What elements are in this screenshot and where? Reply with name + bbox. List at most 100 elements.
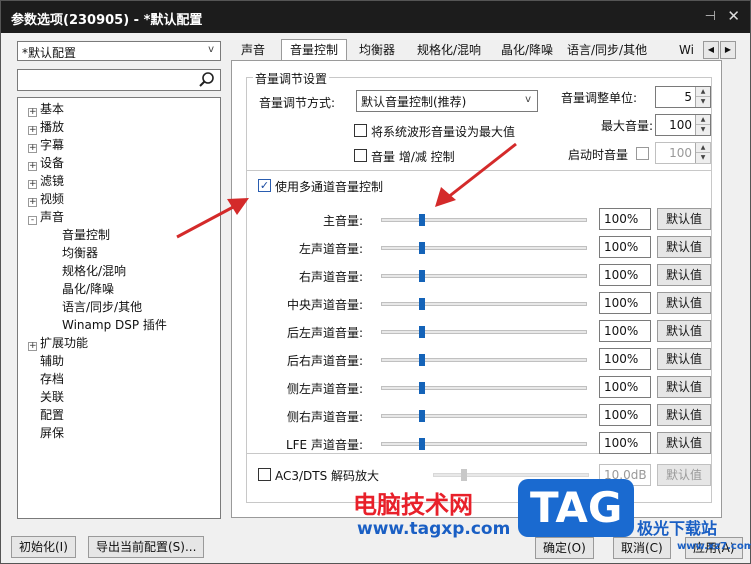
ac3-slider-thumb[interactable] bbox=[461, 469, 468, 481]
expand-icon[interactable]: + bbox=[28, 144, 37, 153]
channel-slider-track[interactable] bbox=[381, 386, 587, 390]
tab-2[interactable]: 均衡器 bbox=[351, 41, 403, 61]
channel-slider-thumb[interactable] bbox=[419, 270, 426, 282]
expand-icon[interactable]: + bbox=[28, 342, 37, 351]
channel-slider-track[interactable] bbox=[381, 218, 587, 222]
channel-slider-thumb[interactable] bbox=[419, 354, 426, 366]
channel-value-box[interactable]: 100% bbox=[599, 292, 651, 314]
preset-select[interactable]: *默认配置 v bbox=[17, 41, 221, 61]
settings-tree[interactable]: + 基本 + 播放 + 字幕 + 设备 + 滤镜 + 视频 - 声音 音量控制 均衡器 规格化/混响 晶化/降噪语… bbox=[17, 97, 221, 519]
channel-slider-track[interactable] bbox=[381, 414, 587, 418]
channel-default-button[interactable]: 默认值 bbox=[657, 376, 711, 398]
channel-default-button[interactable]: 默认值 bbox=[657, 432, 711, 454]
expand-icon[interactable]: + bbox=[28, 162, 37, 171]
tree-item[interactable]: + 播放 bbox=[18, 118, 220, 136]
volume-mode-select[interactable]: 默认音量控制(推荐) v bbox=[356, 90, 538, 112]
startup-volume-checkbox[interactable] bbox=[636, 147, 649, 160]
ac3-dts-checkbox[interactable] bbox=[258, 468, 271, 481]
tree-item[interactable]: 辅助 bbox=[18, 352, 220, 370]
channel-default-button[interactable]: 默认值 bbox=[657, 348, 711, 370]
channel-default-button[interactable]: 默认值 bbox=[657, 264, 711, 286]
startup-volume-spinner[interactable]: 100 ▲ ▼ bbox=[655, 142, 711, 164]
channel-value-box[interactable]: 100% bbox=[599, 432, 651, 454]
multichannel-checkbox[interactable]: ✓ bbox=[258, 179, 271, 192]
channel-slider-track[interactable] bbox=[381, 246, 587, 250]
channel-default-button[interactable]: 默认值 bbox=[657, 320, 711, 342]
channel-slider-thumb[interactable] bbox=[419, 410, 426, 422]
cancel-button[interactable]: 取消(C) bbox=[613, 537, 671, 559]
tree-item[interactable]: + 滤镜 bbox=[18, 172, 220, 190]
tab-3[interactable]: 规格化/混响 bbox=[409, 41, 489, 61]
spin-down-icon[interactable]: ▼ bbox=[696, 125, 710, 135]
channel-slider-thumb[interactable] bbox=[419, 326, 426, 338]
spin-down-icon[interactable]: ▼ bbox=[696, 97, 710, 107]
tree-item[interactable]: + 扩展功能 bbox=[18, 334, 220, 352]
tab-6[interactable]: Wi bbox=[671, 41, 702, 61]
channel-value-box[interactable]: 100% bbox=[599, 236, 651, 258]
tree-item[interactable]: 屏保 bbox=[18, 424, 220, 442]
channel-slider-track[interactable] bbox=[381, 358, 587, 362]
channel-value-box[interactable]: 100% bbox=[599, 348, 651, 370]
tree-item[interactable]: 关联 bbox=[18, 388, 220, 406]
export-config-button[interactable]: 导出当前配置(S)... bbox=[88, 536, 205, 558]
ok-button[interactable]: 确定(O) bbox=[535, 537, 594, 559]
channel-default-button[interactable]: 默认值 bbox=[657, 208, 711, 230]
tab-4[interactable]: 晶化/降噪 bbox=[493, 41, 561, 61]
channel-slider-thumb[interactable] bbox=[419, 382, 426, 394]
tree-item[interactable]: Winamp DSP 插件 bbox=[18, 316, 220, 334]
tree-item[interactable]: + 视频 bbox=[18, 190, 220, 208]
tab-scroll-right-icon[interactable]: ▶ bbox=[720, 41, 736, 59]
tree-item[interactable]: + 字幕 bbox=[18, 136, 220, 154]
inc-dec-checkbox[interactable] bbox=[354, 149, 367, 162]
tab-1[interactable]: 音量控制 bbox=[281, 39, 348, 61]
tree-item[interactable]: 均衡器 bbox=[18, 244, 220, 262]
collapse-icon[interactable]: - bbox=[28, 216, 37, 225]
search-icon[interactable] bbox=[198, 71, 216, 89]
channel-slider-thumb[interactable] bbox=[419, 242, 426, 254]
tab-0[interactable]: 声音 bbox=[233, 41, 273, 61]
tree-item[interactable]: 存档 bbox=[18, 370, 220, 388]
waveform-max-checkbox[interactable] bbox=[354, 124, 367, 137]
initialize-button[interactable]: 初始化(I) bbox=[11, 536, 76, 558]
tree-item[interactable]: 晶化/降噪 bbox=[18, 280, 220, 298]
expand-icon[interactable]: + bbox=[28, 108, 37, 117]
channel-slider-thumb[interactable] bbox=[419, 298, 426, 310]
channel-slider-track[interactable] bbox=[381, 330, 587, 334]
channel-slider-thumb[interactable] bbox=[419, 438, 426, 450]
expand-icon[interactable]: + bbox=[28, 198, 37, 207]
tree-item[interactable]: + 设备 bbox=[18, 154, 220, 172]
expand-icon[interactable]: + bbox=[28, 126, 37, 135]
spin-up-icon[interactable]: ▲ bbox=[696, 87, 710, 97]
channel-value-box[interactable]: 100% bbox=[599, 320, 651, 342]
tab-5[interactable]: 语言/同步/其他 bbox=[559, 41, 655, 61]
channel-slider-track[interactable] bbox=[381, 302, 587, 306]
tab-scroll-left-icon[interactable]: ◀ bbox=[703, 41, 719, 59]
channel-default-button[interactable]: 默认值 bbox=[657, 236, 711, 258]
channel-slider-track[interactable] bbox=[381, 442, 587, 446]
channel-default-button[interactable]: 默认值 bbox=[657, 404, 711, 426]
spin-up-icon[interactable]: ▲ bbox=[696, 143, 710, 153]
channel-default-button[interactable]: 默认值 bbox=[657, 292, 711, 314]
channel-value-box[interactable]: 100% bbox=[599, 208, 651, 230]
pin-icon[interactable]: ⊣ bbox=[705, 9, 716, 24]
ac3-slider-track[interactable] bbox=[433, 473, 589, 477]
ac3-default-button[interactable]: 默认值 bbox=[657, 464, 711, 486]
expand-icon[interactable]: + bbox=[28, 180, 37, 189]
tree-item[interactable]: + 基本 bbox=[18, 100, 220, 118]
volume-unit-spinner[interactable]: 5 ▲ ▼ bbox=[655, 86, 711, 108]
channel-slider-thumb[interactable] bbox=[419, 214, 426, 226]
tree-item[interactable]: 音量控制 bbox=[18, 226, 220, 244]
channel-slider-track[interactable] bbox=[381, 274, 587, 278]
tree-item[interactable]: - 声音 bbox=[18, 208, 220, 226]
max-volume-spinner[interactable]: 100 ▲ ▼ bbox=[655, 114, 711, 136]
spin-down-icon[interactable]: ▼ bbox=[696, 153, 710, 163]
search-box[interactable] bbox=[17, 69, 221, 91]
channel-value-box[interactable]: 100% bbox=[599, 404, 651, 426]
title-bar[interactable]: 参数选项(230905) - *默认配置 ⊣ ✕ bbox=[1, 1, 750, 33]
channel-value-box[interactable]: 100% bbox=[599, 264, 651, 286]
search-input[interactable] bbox=[18, 70, 194, 90]
tree-item[interactable]: 语言/同步/其他 bbox=[18, 298, 220, 316]
spin-up-icon[interactable]: ▲ bbox=[696, 115, 710, 125]
tree-item[interactable]: 规格化/混响 bbox=[18, 262, 220, 280]
tree-item[interactable]: 配置 bbox=[18, 406, 220, 424]
